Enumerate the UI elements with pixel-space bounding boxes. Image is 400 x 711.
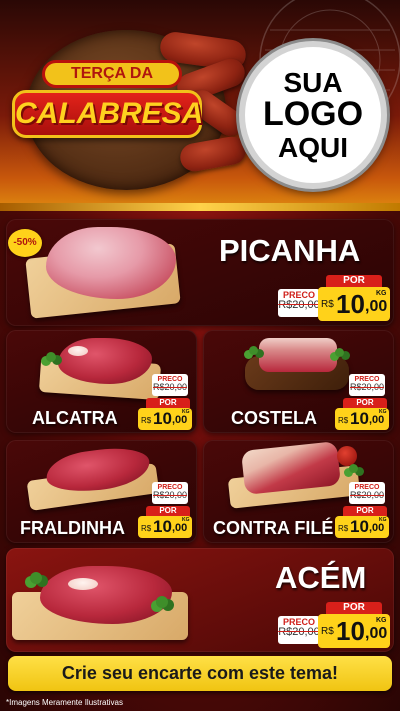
price-tag: R$ 10 ,00 KG <box>335 516 389 538</box>
old-price: R$20,00 <box>152 490 188 500</box>
acem-image <box>40 566 172 624</box>
title-main: CALABRESA <box>12 90 203 138</box>
product-name: COSTELA <box>231 408 318 428</box>
product-card-picanha: PICANHA PRECO R$20,00 POR R$ 10 ,00 KG <box>6 219 394 326</box>
price-tag: R$ 10 ,00 KG <box>318 287 390 321</box>
old-price: R$20,00 <box>152 382 188 392</box>
price-integer: 10 <box>350 517 369 536</box>
currency: R$ <box>338 524 349 533</box>
por-label: POR <box>326 275 382 287</box>
cta-banner[interactable]: Crie seu encarte com este tema! <box>8 656 392 691</box>
fat-detail <box>68 578 98 590</box>
currency: R$ <box>338 416 349 425</box>
product-name: CONTRA FILÉ <box>213 518 334 538</box>
price-tag: R$ 10 ,00 KG <box>138 516 192 538</box>
unit-label: KG <box>376 617 387 624</box>
title-top: TERÇA DA <box>42 60 182 88</box>
logo-placeholder: SUA LOGO AQUI <box>239 41 387 189</box>
old-price-tag: PRECO R$20,00 <box>152 374 188 396</box>
price-tag: R$ 10 ,00 KG <box>318 614 390 648</box>
logo-line-3: AQUI <box>278 131 348 163</box>
old-price-tag: PRECO R$20,00 <box>278 289 320 317</box>
herb-garnish <box>46 352 56 362</box>
price-tag: R$ 10 ,00 KG <box>335 408 389 430</box>
product-name: PICANHA <box>219 233 361 268</box>
picanha-image <box>46 227 176 299</box>
old-price-tag: PRECO R$20,00 <box>278 616 320 644</box>
old-price-tag: PRECO R$20,00 <box>349 482 385 504</box>
currency: R$ <box>321 299 334 310</box>
currency: R$ <box>141 416 152 425</box>
price-decimal: ,00 <box>365 625 388 642</box>
price-tag: R$ 10 ,00 KG <box>138 408 192 430</box>
product-card-contrafile: CONTRA FILÉ PRECO R$20,00 POR R$ 10 ,00 … <box>203 440 394 543</box>
product-name: FRALDINHA <box>20 518 125 538</box>
tomato-garnish <box>337 446 357 466</box>
por-label: POR <box>146 506 190 516</box>
unit-label: KG <box>182 409 190 415</box>
herb-garnish <box>249 346 258 355</box>
disclaimer-text: *Imagens Meramente Ilustrativas <box>6 698 123 707</box>
price-integer: 10 <box>336 616 365 646</box>
old-price: R$20,00 <box>349 382 385 392</box>
por-label: POR <box>343 398 387 408</box>
price-decimal: ,00 <box>365 298 388 315</box>
currency: R$ <box>141 524 152 533</box>
price-integer: 10 <box>153 517 172 536</box>
fat-detail <box>68 346 88 356</box>
herb-garnish <box>156 596 168 608</box>
unit-label: KG <box>182 517 190 523</box>
por-label: POR <box>326 602 382 614</box>
costela-image <box>259 338 337 372</box>
logo-line-1: SUA <box>283 66 343 98</box>
herb-garnish <box>335 348 344 357</box>
flyer: TERÇA DA CALABRESA SUA LOGO AQUI PICANHA… <box>0 0 400 711</box>
unit-label: KG <box>379 409 387 415</box>
product-name: ALCATRA <box>32 408 118 428</box>
header-divider <box>0 203 400 211</box>
herb-garnish <box>349 464 358 473</box>
header: TERÇA DA CALABRESA SUA LOGO AQUI <box>0 0 400 210</box>
price-decimal: ,00 <box>369 522 385 534</box>
discount-badge: -50% <box>8 229 42 257</box>
product-card-costela: COSTELA PRECO R$20,00 POR R$ 10 ,00 KG <box>203 330 394 433</box>
product-card-alcatra: ALCATRA PRECO R$20,00 POR R$ 10 ,00 KG <box>6 330 197 433</box>
unit-label: KG <box>376 290 387 297</box>
price-decimal: ,00 <box>172 522 188 534</box>
old-price-tag: PRECO R$20,00 <box>349 374 385 396</box>
old-price: R$20,00 <box>349 490 385 500</box>
product-card-fraldinha: FRALDINHA PRECO R$20,00 POR R$ 10 ,00 KG <box>6 440 197 543</box>
price-decimal: ,00 <box>369 414 385 426</box>
old-price-tag: PRECO R$20,00 <box>152 482 188 504</box>
herb-garnish <box>30 572 42 584</box>
alcatra-image <box>58 338 152 384</box>
currency: R$ <box>321 626 334 637</box>
unit-label: KG <box>379 517 387 523</box>
old-price: R$20,00 <box>278 299 320 311</box>
price-integer: 10 <box>153 409 172 428</box>
product-card-acem: ACÉM PRECO R$20,00 POR R$ 10 ,00 KG <box>6 548 394 652</box>
por-label: POR <box>146 398 190 408</box>
por-label: POR <box>343 506 387 516</box>
logo-line-2: LOGO <box>262 95 364 134</box>
price-integer: 10 <box>336 289 365 319</box>
product-name: ACÉM <box>275 560 367 595</box>
price-decimal: ,00 <box>172 414 188 426</box>
old-price: R$20,00 <box>278 626 320 638</box>
price-integer: 10 <box>350 409 369 428</box>
